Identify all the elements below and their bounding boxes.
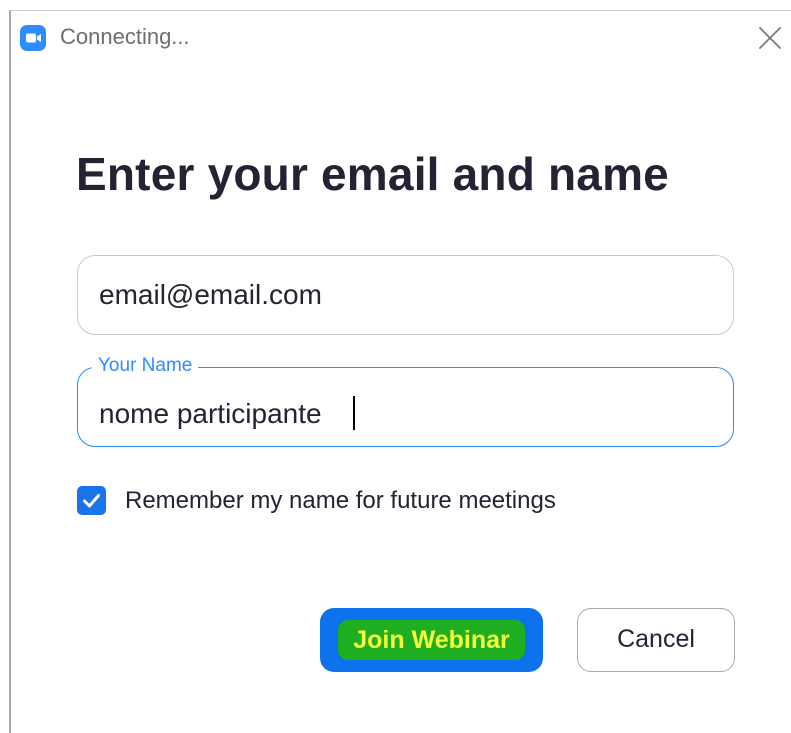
join-dialog-window: Connecting... Enter your email and name … — [0, 0, 791, 733]
window-title: Connecting... — [60, 24, 190, 49]
name-field-label: Your Name — [92, 354, 199, 378]
email-field[interactable] — [77, 255, 734, 335]
join-webinar-label: Join Webinar — [353, 626, 510, 654]
window-border-left — [9, 10, 11, 733]
checkmark-icon — [83, 494, 100, 508]
close-icon — [759, 27, 781, 49]
remember-name-label: Remember my name for future meetings — [125, 487, 556, 514]
email-input[interactable] — [99, 256, 709, 334]
name-input[interactable] — [99, 378, 709, 450]
remember-name-checkbox[interactable] — [77, 486, 106, 515]
cancel-button[interactable]: Cancel — [577, 608, 735, 672]
text-cursor — [353, 396, 355, 430]
cancel-label: Cancel — [617, 625, 695, 653]
zoom-video-icon — [20, 25, 46, 51]
name-field[interactable]: Your Name — [77, 354, 734, 450]
title-bar[interactable]: Connecting... — [11, 11, 791, 63]
join-webinar-button[interactable]: Join Webinar — [320, 608, 543, 672]
close-button[interactable] — [755, 23, 785, 53]
dialog-heading: Enter your email and name — [76, 148, 669, 200]
